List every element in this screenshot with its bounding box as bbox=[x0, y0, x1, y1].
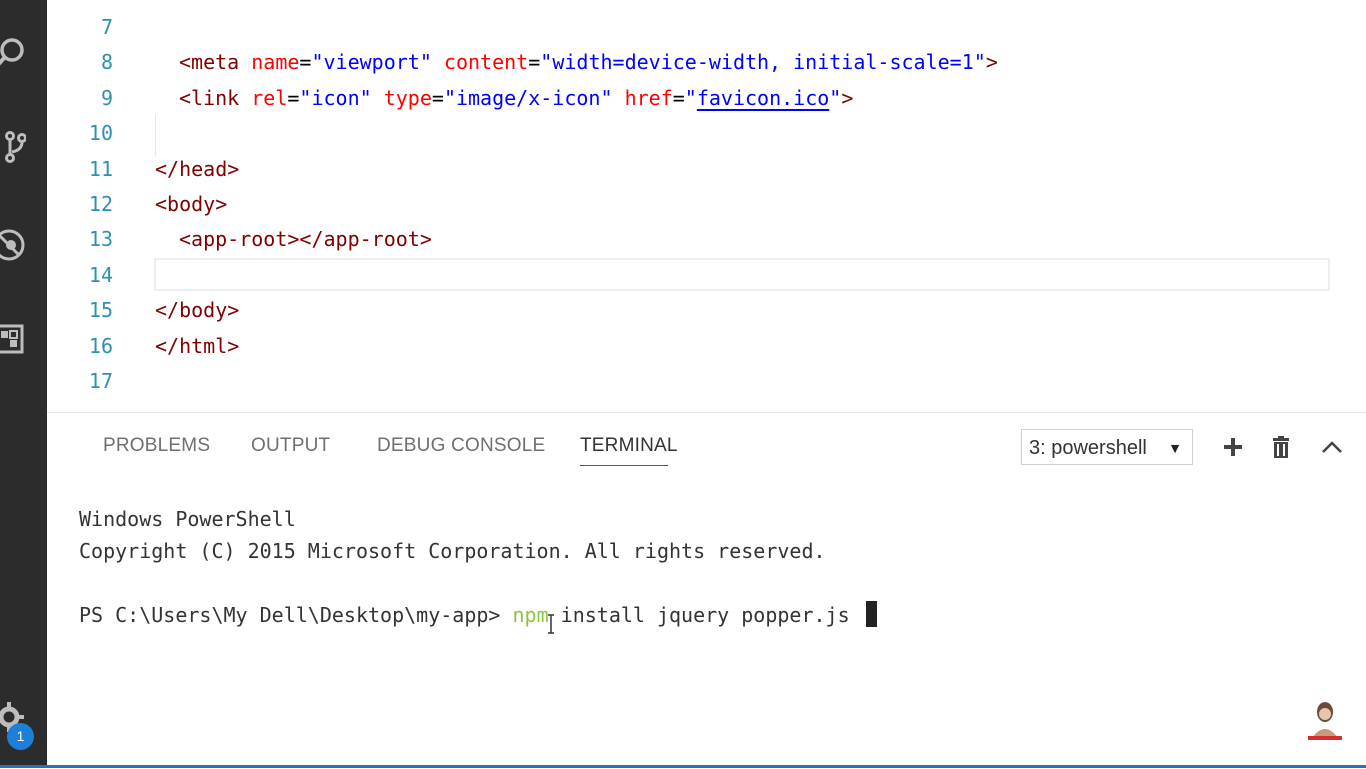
code-line: 7 bbox=[47, 10, 1330, 45]
code-token: "icon" bbox=[299, 85, 372, 110]
code-line: 10 bbox=[47, 116, 1330, 151]
line-number: 8 bbox=[100, 50, 113, 75]
code-token: href bbox=[624, 85, 673, 110]
code-line: 11 </head> bbox=[47, 152, 1330, 187]
tab-output[interactable]: OUTPUT bbox=[251, 435, 330, 457]
terminal-select-value: 3: powershell bbox=[1029, 437, 1147, 459]
code-token: = bbox=[287, 85, 300, 110]
subscribe-watermark-icon[interactable] bbox=[1304, 698, 1346, 742]
code-token: <body> bbox=[155, 192, 228, 216]
terminal-prompt: PS C:\Users\My Dell\Desktop\my-app> bbox=[79, 603, 513, 627]
panel-tabs: PROBLEMS OUTPUT DEBUG CONSOLE TERMINAL 3… bbox=[47, 413, 1366, 479]
source-control-icon[interactable] bbox=[0, 130, 26, 164]
code-token: "width=device-width, initial-scale=1" bbox=[540, 50, 986, 75]
line-number: 9 bbox=[100, 85, 113, 110]
code-text: </body> bbox=[155, 293, 239, 328]
code-token: <app-root></app-root> bbox=[179, 227, 432, 252]
extensions-icon[interactable] bbox=[0, 322, 26, 356]
code-token: " bbox=[829, 85, 842, 110]
code-line: 9 <link rel="icon" type="image/x-icon" hr… bbox=[47, 81, 1330, 116]
terminal-cursor bbox=[865, 601, 877, 627]
code-text: <body> bbox=[155, 187, 227, 222]
bottom-panel: PROBLEMS OUTPUT DEBUG CONSOLE TERMINAL 3… bbox=[47, 412, 1366, 769]
terminal-prompt-line: PS C:\Users\My Dell\Desktop\my-app> npm … bbox=[79, 599, 877, 631]
line-number: 7 bbox=[100, 15, 113, 39]
code-token: "image/x-icon" bbox=[443, 85, 613, 110]
line-number: 14 bbox=[88, 262, 113, 287]
terminal-output[interactable]: Windows PowerShell Copyright (C) 2015 Mic… bbox=[79, 503, 877, 631]
code-token: </head> bbox=[155, 156, 240, 181]
activity-bar: 1 bbox=[0, 0, 47, 768]
chevron-up-icon bbox=[1322, 441, 1342, 453]
active-tab-indicator bbox=[580, 465, 668, 466]
code-line: 14 bbox=[47, 258, 1330, 293]
code-text: <app-root></app-root> bbox=[179, 222, 432, 257]
trash-icon bbox=[1273, 436, 1289, 458]
terminal-select[interactable]: 3: powershell ▼ bbox=[1021, 429, 1193, 465]
code-token: " bbox=[684, 85, 697, 110]
terminal-line: Windows PowerShell bbox=[79, 507, 296, 531]
line-number: 12 bbox=[88, 192, 113, 216]
code-token: <meta bbox=[179, 50, 252, 75]
code-token: </body> bbox=[155, 298, 240, 323]
code-token: "viewport" bbox=[311, 50, 432, 75]
tab-problems[interactable]: PROBLEMS bbox=[103, 435, 210, 457]
code-line: 17 bbox=[47, 364, 1330, 399]
maximize-panel-button[interactable] bbox=[1320, 435, 1344, 459]
kill-terminal-button[interactable] bbox=[1269, 435, 1293, 459]
code-text: <meta name="viewport" content="width=dev… bbox=[179, 45, 998, 80]
tab-terminal[interactable]: TERMINAL bbox=[580, 435, 678, 457]
code-token: > bbox=[985, 50, 998, 75]
code-token: = bbox=[528, 50, 541, 75]
code-editor[interactable]: 7 8 <meta name="viewport" content="width=d… bbox=[47, 0, 1366, 412]
line-number: 10 bbox=[88, 121, 113, 146]
new-terminal-button[interactable] bbox=[1221, 435, 1245, 459]
terminal-command-args: install jquery popper.js bbox=[548, 603, 862, 627]
code-line: 12 <body> bbox=[47, 187, 1330, 222]
code-token: name bbox=[251, 50, 300, 75]
debug-icon[interactable] bbox=[0, 228, 26, 262]
line-number: 11 bbox=[88, 156, 113, 181]
code-text: </html> bbox=[155, 329, 239, 364]
code-text: </head> bbox=[155, 152, 239, 187]
search-icon[interactable] bbox=[0, 36, 26, 70]
code-line: 8 <meta name="viewport" content="width=de… bbox=[47, 45, 1330, 80]
code-token: > bbox=[841, 85, 854, 110]
code-link[interactable]: favicon.ico bbox=[697, 86, 829, 110]
code-token: content bbox=[443, 50, 529, 75]
line-number: 17 bbox=[88, 369, 113, 393]
code-line: 13 <app-root></app-root> bbox=[47, 222, 1330, 257]
code-text: <link rel="icon" type="image/x-icon" hre… bbox=[179, 81, 853, 116]
code-token: <link bbox=[179, 85, 252, 110]
code-token: type bbox=[383, 85, 432, 110]
line-number: 15 bbox=[88, 298, 113, 323]
code-line: 16 </html> bbox=[47, 329, 1330, 364]
tab-debug-console[interactable]: DEBUG CONSOLE bbox=[377, 435, 545, 457]
notification-badge: 1 bbox=[7, 723, 34, 750]
code-token: = bbox=[672, 85, 685, 110]
chevron-down-icon: ▼ bbox=[1168, 440, 1182, 456]
terminal-line: Copyright (C) 2015 Microsoft Corporation… bbox=[79, 539, 826, 563]
code-token: = bbox=[431, 85, 444, 110]
code-token: = bbox=[299, 50, 312, 75]
plus-icon bbox=[1224, 438, 1242, 456]
code-token: rel bbox=[251, 85, 288, 110]
code-line: 15 </body> bbox=[47, 293, 1330, 328]
line-number: 16 bbox=[88, 333, 113, 358]
code-token: </html> bbox=[155, 333, 240, 358]
terminal-command-npm: npm bbox=[512, 603, 549, 627]
text-cursor-icon bbox=[548, 614, 554, 634]
line-number: 13 bbox=[88, 227, 113, 252]
